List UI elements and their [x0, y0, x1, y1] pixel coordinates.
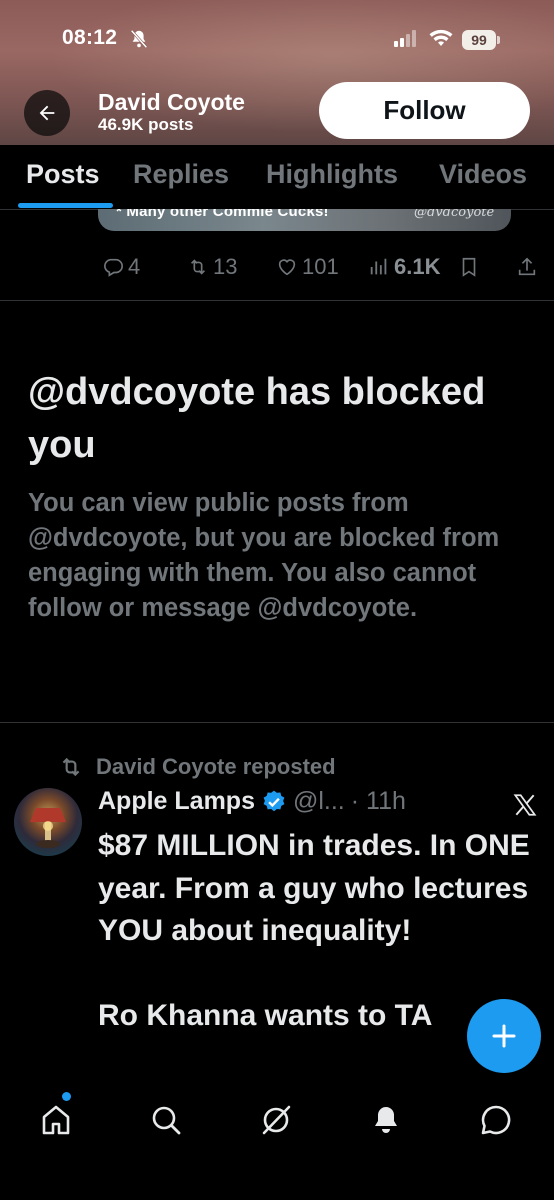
share-icon	[518, 257, 536, 276]
status-time: 08:12	[62, 26, 118, 49]
tab-highlights[interactable]: Highlights	[266, 159, 398, 190]
home-notification-dot	[62, 1092, 71, 1101]
share-button[interactable]	[516, 252, 538, 282]
divider	[0, 300, 554, 301]
views-button[interactable]: 6.1K	[368, 252, 440, 282]
views-chart-icon	[370, 258, 387, 275]
cellular-signal-icon	[392, 28, 422, 48]
bookmark-icon	[462, 257, 476, 277]
media-caption: * Many other Commie Cucks!	[116, 209, 329, 220]
arrow-left-icon	[39, 105, 55, 121]
profile-posts-count: 46.9K posts	[98, 115, 194, 134]
tweet-text: $87 MILLION in trades. In ONE year. From…	[98, 829, 530, 1032]
bookmark-button[interactable]	[458, 252, 480, 282]
repost-icon	[190, 259, 206, 275]
tweet-header: Apple Lamps @l... · 11h	[98, 787, 406, 816]
repost-count: 13	[213, 254, 238, 279]
tweet-time: · 11h	[350, 787, 406, 815]
x-logo-icon	[512, 792, 538, 818]
repost-indicator[interactable]: David Coyote reposted	[58, 754, 336, 780]
follow-button[interactable]: Follow	[319, 82, 530, 139]
plus-icon	[492, 1024, 516, 1048]
divider	[0, 722, 554, 723]
post-media-image[interactable]: * Many other Commie Cucks! @dvdcoyote	[98, 209, 511, 231]
author-name[interactable]: Apple Lamps	[98, 787, 255, 816]
silent-mode-icon	[128, 28, 150, 50]
verified-badge-icon	[263, 790, 285, 811]
repost-icon	[62, 757, 80, 777]
blocked-title: @dvdcoyote has blocked you	[28, 371, 486, 466]
wifi-icon	[428, 28, 454, 48]
battery-level: 99	[462, 30, 496, 50]
profile-name: David Coyote	[98, 89, 245, 115]
blocked-description: You can view public posts from @dvdcoyot…	[28, 489, 500, 622]
tab-replies[interactable]: Replies	[133, 159, 229, 190]
bottom-navigation	[0, 1080, 554, 1200]
tab-videos[interactable]: Videos	[439, 159, 527, 190]
like-button[interactable]: 101	[276, 252, 339, 282]
messages-icon[interactable]	[478, 1102, 514, 1138]
like-count: 101	[302, 254, 339, 279]
active-tab-indicator	[18, 203, 113, 208]
views-count: 6.1K	[394, 254, 441, 279]
avatar[interactable]	[14, 788, 82, 856]
tab-posts[interactable]: Posts	[26, 159, 100, 190]
media-watermark: @dvdcoyote	[414, 209, 495, 220]
search-icon[interactable]	[148, 1102, 184, 1138]
repost-button[interactable]: 13	[187, 252, 237, 282]
author-handle[interactable]: @l...	[293, 787, 345, 816]
grok-icon[interactable]	[258, 1102, 294, 1138]
reposted-by-label: David Coyote reposted	[96, 754, 336, 779]
reply-count: 4	[128, 254, 141, 279]
heart-icon	[278, 259, 296, 276]
home-icon[interactable]	[38, 1102, 74, 1138]
battery-icon: 99	[462, 30, 502, 50]
reply-button[interactable]: 4	[102, 252, 140, 282]
profile-tabs: Posts Replies Highlights Videos	[0, 145, 554, 210]
reply-icon	[104, 258, 123, 277]
compose-post-button[interactable]	[467, 999, 541, 1073]
notifications-bell-icon[interactable]	[368, 1102, 404, 1138]
back-button[interactable]	[24, 90, 70, 136]
